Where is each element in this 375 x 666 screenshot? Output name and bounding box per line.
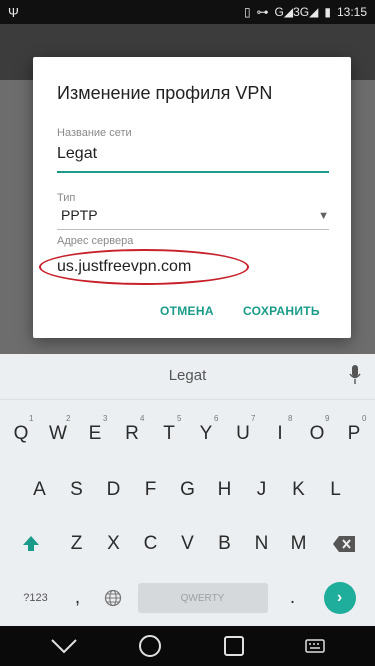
network-indicator: G◢3G◢: [274, 5, 319, 19]
back-button[interactable]: [50, 638, 78, 654]
keyboard-icon: [305, 639, 325, 653]
period-key[interactable]: .: [273, 570, 313, 626]
vpn-profile-dialog: Изменение профиля VPN Название сети Lega…: [33, 57, 351, 338]
backspace-key[interactable]: [317, 516, 371, 572]
shift-arrow-icon: [23, 536, 39, 551]
key-icon: ⊶: [256, 5, 269, 19]
dropdown-arrow-icon[interactable]: ▼: [318, 210, 329, 222]
key-t[interactable]: T5: [151, 406, 188, 462]
chevron-down-icon: [51, 639, 77, 654]
key-q[interactable]: Q1: [3, 406, 40, 462]
keyboard-row-2: A S D F G H J K L: [0, 462, 375, 518]
go-key[interactable]: ›: [313, 570, 367, 626]
key-n[interactable]: N: [243, 516, 280, 572]
type-label: Тип: [57, 192, 76, 204]
highlight-ellipse: [39, 249, 249, 285]
key-u[interactable]: U7: [225, 406, 262, 462]
keyboard-row-4: ?123 , QWERTY . ›: [0, 570, 375, 626]
shift-key[interactable]: [4, 516, 58, 572]
status-bar: Ψ ▯ ⊶ G◢3G◢ ▮ 13:15: [0, 0, 375, 24]
key-j[interactable]: J: [243, 462, 280, 518]
type-select[interactable]: PPTP: [61, 207, 98, 223]
key-c[interactable]: C: [132, 516, 169, 572]
key-s[interactable]: S: [58, 462, 95, 518]
language-key[interactable]: [93, 570, 133, 626]
key-y[interactable]: Y6: [188, 406, 225, 462]
vibrate-icon: ▯: [243, 5, 251, 19]
key-h[interactable]: H: [206, 462, 243, 518]
home-button[interactable]: [138, 634, 162, 658]
recents-button[interactable]: [223, 635, 245, 657]
key-x[interactable]: X: [95, 516, 132, 572]
globe-icon: [104, 589, 121, 607]
key-e[interactable]: E3: [77, 406, 114, 462]
backspace-icon: [333, 536, 355, 552]
server-label: Адрес сервера: [57, 235, 134, 247]
keyboard-switch-button[interactable]: [305, 639, 325, 653]
key-z[interactable]: Z: [58, 516, 95, 572]
key-p[interactable]: P0: [336, 406, 373, 462]
dialog-title: Изменение профиля VPN: [57, 83, 273, 103]
key-k[interactable]: K: [280, 462, 317, 518]
navigation-bar: [0, 626, 375, 666]
save-button[interactable]: СОХРАНИТЬ: [243, 304, 320, 318]
key-r[interactable]: R4: [114, 406, 151, 462]
battery-icon: ▮: [324, 5, 331, 19]
key-g[interactable]: G: [169, 462, 206, 518]
symbols-key[interactable]: ?123: [9, 570, 63, 626]
soft-keyboard: Legat Q1 W2 E3 R4 T5 Y6 U7 I8 O9 P0 A S …: [0, 354, 375, 626]
key-i[interactable]: I8: [262, 406, 299, 462]
key-b[interactable]: B: [206, 516, 243, 572]
key-o[interactable]: O9: [299, 406, 336, 462]
square-icon: [223, 636, 244, 656]
home-circle-icon: [139, 635, 162, 657]
name-input[interactable]: Legat: [57, 145, 97, 163]
key-m[interactable]: M: [280, 516, 317, 572]
type-select-underline: [57, 229, 329, 230]
microphone-icon[interactable]: [349, 365, 361, 390]
suggestion-strip: Legat: [0, 354, 375, 400]
usb-icon: Ψ: [8, 4, 19, 20]
suggestion-word[interactable]: Legat: [0, 367, 375, 384]
comma-key[interactable]: ,: [63, 570, 93, 626]
key-a[interactable]: A: [21, 462, 58, 518]
keyboard-row-3: Z X C V B N M: [0, 516, 375, 572]
status-icons: ▯ ⊶ G◢3G◢ ▮ 13:15: [244, 5, 367, 19]
keyboard-row-1: Q1 W2 E3 R4 T5 Y6 U7 I8 O9 P0: [0, 406, 375, 462]
key-d[interactable]: D: [95, 462, 132, 518]
key-w[interactable]: W2: [40, 406, 77, 462]
key-l[interactable]: L: [317, 462, 354, 518]
key-f[interactable]: F: [132, 462, 169, 518]
space-bar-label: QWERTY: [137, 583, 268, 613]
name-label: Название сети: [57, 127, 132, 139]
cancel-button[interactable]: ОТМЕНА: [160, 304, 214, 318]
space-key[interactable]: QWERTY: [133, 570, 273, 626]
key-v[interactable]: V: [169, 516, 206, 572]
clock: 13:15: [336, 5, 367, 19]
chevron-right-icon: ›: [323, 582, 356, 614]
name-input-underline: [57, 171, 329, 173]
